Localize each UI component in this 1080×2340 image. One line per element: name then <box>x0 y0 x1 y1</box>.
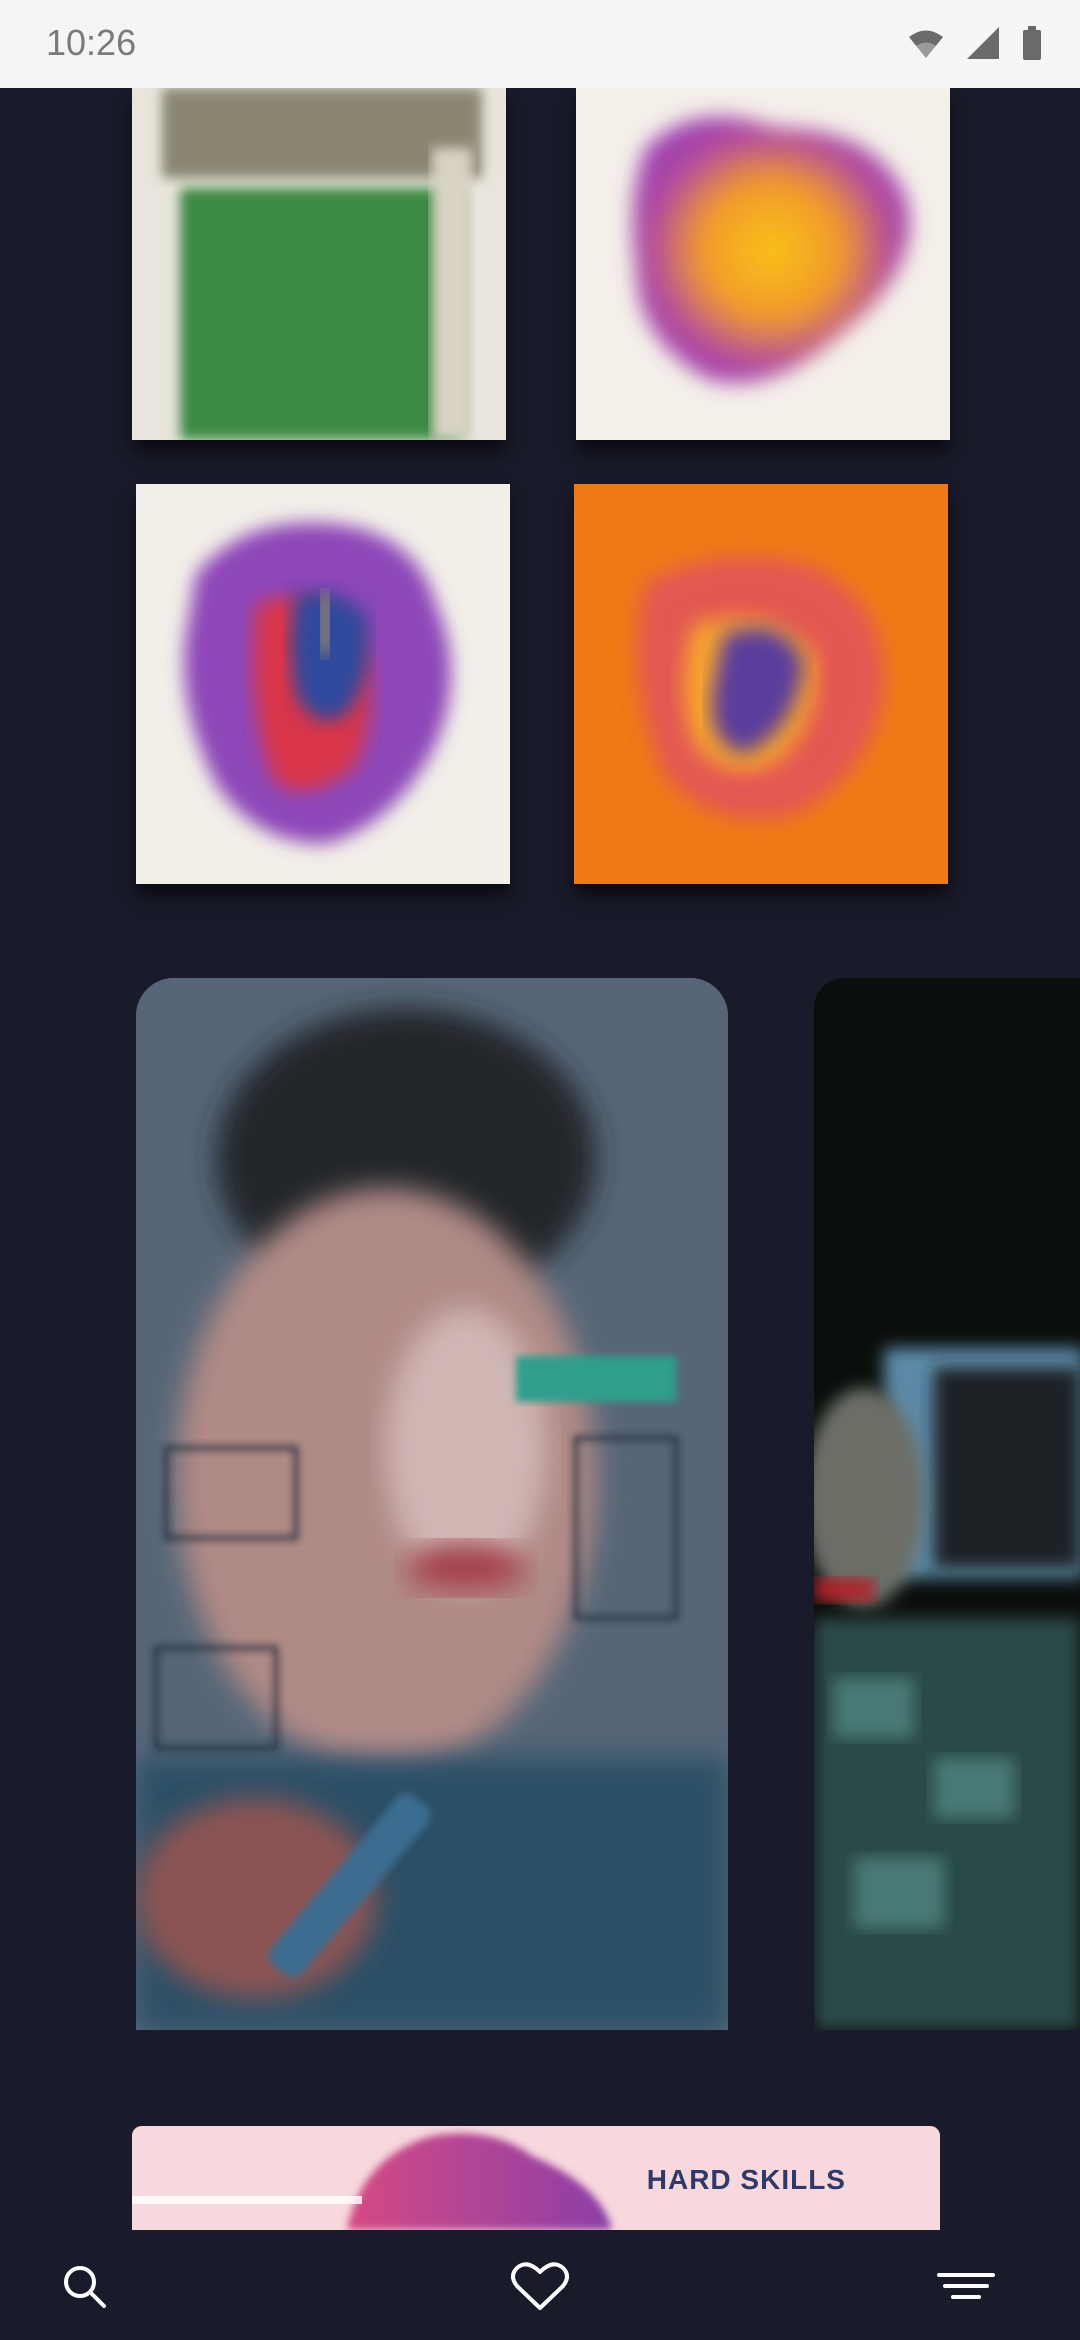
green-box-image <box>132 88 506 440</box>
gallery-feed[interactable]: HARD SKILLS <box>0 88 1080 2230</box>
status-icons <box>908 26 1042 60</box>
menu-icon <box>937 2271 995 2306</box>
gallery-tile-purple-hand[interactable] <box>136 484 510 884</box>
heart-icon <box>511 2260 569 2317</box>
featured-card-person-whiteboard[interactable] <box>136 978 728 2030</box>
gallery-tile-orange-hand[interactable] <box>574 484 948 884</box>
featured-card-developer[interactable] <box>814 978 1080 2030</box>
orange-hand-image <box>574 484 948 884</box>
developer-image <box>814 978 1080 2030</box>
status-bar: 10:26 <box>0 0 1080 88</box>
hard-skills-card[interactable]: HARD SKILLS <box>132 2126 940 2230</box>
purple-hand-image <box>136 484 510 884</box>
gallery-tile-green-box[interactable] <box>132 88 506 440</box>
gallery-tile-gradient-blob[interactable] <box>576 88 950 440</box>
search-button[interactable] <box>48 2252 120 2324</box>
wifi-icon <box>908 28 944 60</box>
status-time: 10:26 <box>46 22 137 63</box>
hard-skills-title: HARD SKILLS <box>646 2164 846 2195</box>
favorites-button[interactable] <box>504 2252 576 2324</box>
search-icon <box>60 2262 108 2315</box>
cell-signal-icon <box>966 26 1000 60</box>
gradient-blob-image <box>576 88 950 440</box>
bottom-navigation <box>0 2230 1080 2340</box>
battery-icon <box>1022 26 1042 60</box>
person-whiteboard-image <box>136 978 728 2030</box>
menu-button[interactable] <box>930 2252 1002 2324</box>
